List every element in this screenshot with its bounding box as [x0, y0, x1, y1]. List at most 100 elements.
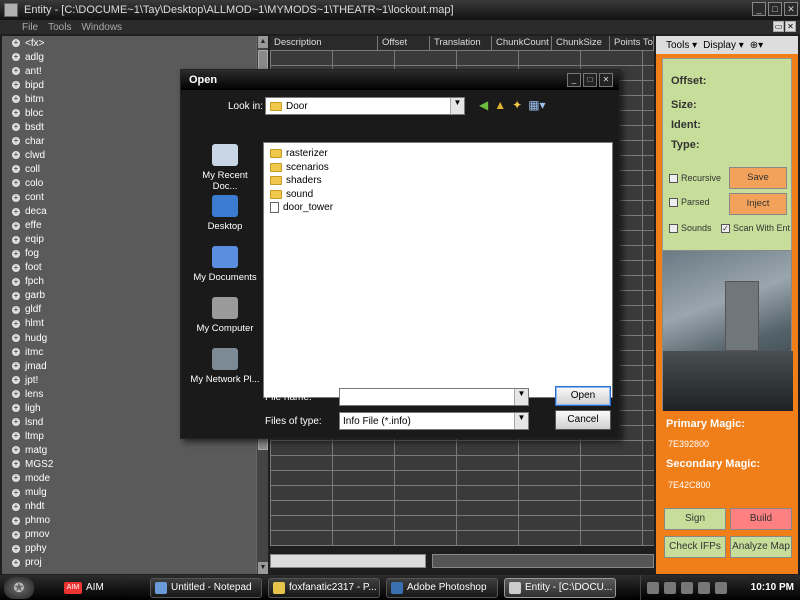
menu-tools[interactable]: Tools [48, 22, 71, 33]
file-list-item[interactable]: scenarios [266, 161, 612, 175]
expand-icon[interactable]: + [12, 235, 20, 244]
bottom-text-field[interactable] [270, 554, 426, 568]
scroll-up-arrow[interactable]: ▲ [258, 36, 268, 48]
tree-item[interactable]: + nhdt [2, 500, 256, 514]
dialog-maximize-button[interactable]: □ [583, 73, 597, 87]
build-button[interactable]: Build [730, 508, 792, 530]
expand-icon[interactable]: + [12, 123, 20, 132]
tree-item[interactable]: + <fx> [2, 36, 256, 50]
sounds-checkbox[interactable]: Sounds [669, 223, 712, 233]
file-name-input[interactable]: ▼ [339, 388, 529, 406]
expand-icon[interactable]: + [12, 460, 20, 469]
place-desktop[interactable]: Desktop [189, 195, 261, 246]
chevron-down-icon[interactable]: ▼ [514, 413, 528, 429]
files-of-type-dropdown[interactable]: Info File (*.info) ▼ [339, 412, 529, 430]
taskbar-entity[interactable]: Entity - [C:\DOCU... [504, 577, 616, 598]
recursive-checkbox[interactable]: Recursive [669, 173, 721, 183]
expand-icon[interactable]: + [12, 81, 20, 90]
tree-item[interactable]: + pphy [2, 542, 256, 556]
expand-icon[interactable]: + [12, 291, 20, 300]
expand-icon[interactable]: + [12, 263, 20, 272]
mdi-restore-button[interactable]: ▭ [773, 21, 784, 32]
expand-icon[interactable]: + [12, 277, 20, 286]
chevron-down-icon[interactable]: ▼ [450, 98, 464, 114]
scroll-down-arrow[interactable]: ▼ [258, 562, 268, 574]
column-description[interactable]: Description [270, 36, 378, 50]
expand-icon[interactable]: + [12, 179, 20, 188]
tray-network-icon[interactable] [664, 581, 676, 594]
place-recent[interactable]: My Recent Doc... [189, 144, 261, 195]
taskbar-photoshop[interactable]: Adobe Photoshop [386, 577, 498, 598]
expand-icon[interactable]: + [12, 544, 20, 553]
expand-icon[interactable]: + [12, 334, 20, 342]
taskbar-chat[interactable]: foxfanatic2317 - P... [268, 577, 380, 598]
new-folder-icon[interactable]: ✦ [512, 98, 522, 112]
place-my-documents[interactable]: My Documents [189, 246, 261, 297]
taskbar-aim[interactable]: AIM AIM [64, 581, 144, 594]
tray-volume-icon[interactable] [715, 581, 727, 594]
expand-icon[interactable]: + [12, 67, 20, 76]
expand-icon[interactable]: + [12, 390, 20, 399]
add-icon[interactable]: ⊕▾ [750, 40, 763, 51]
tree-item[interactable]: + proj [2, 556, 256, 570]
menu-windows[interactable]: Windows [81, 22, 122, 33]
expand-icon[interactable]: + [12, 249, 20, 258]
dialog-minimize-button[interactable]: _ [567, 73, 581, 87]
expand-icon[interactable]: + [12, 109, 20, 118]
column-translation[interactable]: Translation [430, 36, 492, 50]
expand-icon[interactable]: + [12, 488, 20, 497]
menu-file[interactable]: File [22, 22, 38, 33]
mdi-close-button[interactable]: ✕ [785, 21, 796, 32]
close-button[interactable]: ✕ [784, 2, 798, 16]
expand-icon[interactable]: + [12, 530, 20, 539]
tools-menu[interactable]: Tools ▾ [666, 40, 697, 51]
view-menu-icon[interactable]: ▦▾ [528, 98, 545, 112]
tray-display-icon[interactable] [681, 581, 693, 594]
tree-item[interactable]: + MGS2 [2, 457, 256, 471]
expand-icon[interactable]: + [12, 207, 20, 216]
open-button[interactable]: Open [555, 386, 611, 406]
tree-item[interactable]: + matg [2, 443, 256, 457]
sign-button[interactable]: Sign [664, 508, 726, 530]
horizontal-scrollbar[interactable] [432, 554, 654, 568]
parsed-checkbox[interactable]: Parsed [669, 197, 710, 207]
expand-icon[interactable]: + [12, 348, 20, 357]
tree-item[interactable]: + adlg [2, 50, 256, 64]
dialog-close-button[interactable]: ✕ [599, 73, 613, 87]
column-offset[interactable]: Offset [378, 36, 430, 50]
column-chunkcount[interactable]: ChunkCount [492, 36, 552, 50]
expand-icon[interactable]: + [12, 446, 20, 455]
file-list-item[interactable]: rasterizer [266, 147, 612, 161]
save-button[interactable]: Save [729, 167, 787, 189]
check-ifps-button[interactable]: Check IFPs [664, 536, 726, 558]
tray-shield-icon[interactable] [698, 581, 710, 594]
expand-icon[interactable]: + [12, 474, 20, 483]
expand-icon[interactable]: + [12, 137, 20, 146]
expand-icon[interactable]: + [12, 165, 20, 174]
expand-icon[interactable]: + [12, 502, 20, 511]
tray-pen-icon[interactable] [647, 581, 659, 594]
expand-icon[interactable]: + [12, 319, 20, 328]
tree-item[interactable]: + pmov [2, 528, 256, 542]
clock[interactable]: 10:10 PM [751, 582, 794, 593]
expand-icon[interactable]: + [12, 53, 20, 62]
file-list-item[interactable]: door_tower [266, 201, 612, 215]
minimize-button[interactable]: _ [752, 2, 766, 16]
start-button[interactable]: ✪ [4, 576, 34, 599]
column-chunksize[interactable]: ChunkSize [552, 36, 610, 50]
column-points-to[interactable]: Points To [610, 36, 654, 50]
inject-button[interactable]: Inject [729, 193, 787, 215]
file-list-item[interactable]: shaders [266, 174, 612, 188]
expand-icon[interactable]: + [12, 404, 20, 413]
look-in-dropdown[interactable]: Door ▼ [265, 97, 465, 115]
place-my-computer[interactable]: My Computer [189, 297, 261, 348]
expand-icon[interactable]: + [12, 151, 20, 160]
display-menu[interactable]: Display ▾ [703, 40, 744, 51]
expand-icon[interactable]: + [12, 516, 20, 525]
analyze-map-button[interactable]: Analyze Map [730, 536, 792, 558]
maximize-button[interactable]: □ [768, 2, 782, 16]
expand-icon[interactable]: + [12, 39, 20, 48]
tree-item[interactable]: + phmo [2, 514, 256, 528]
taskbar-notepad[interactable]: Untitled - Notepad [150, 577, 262, 598]
expand-icon[interactable]: + [12, 193, 20, 202]
